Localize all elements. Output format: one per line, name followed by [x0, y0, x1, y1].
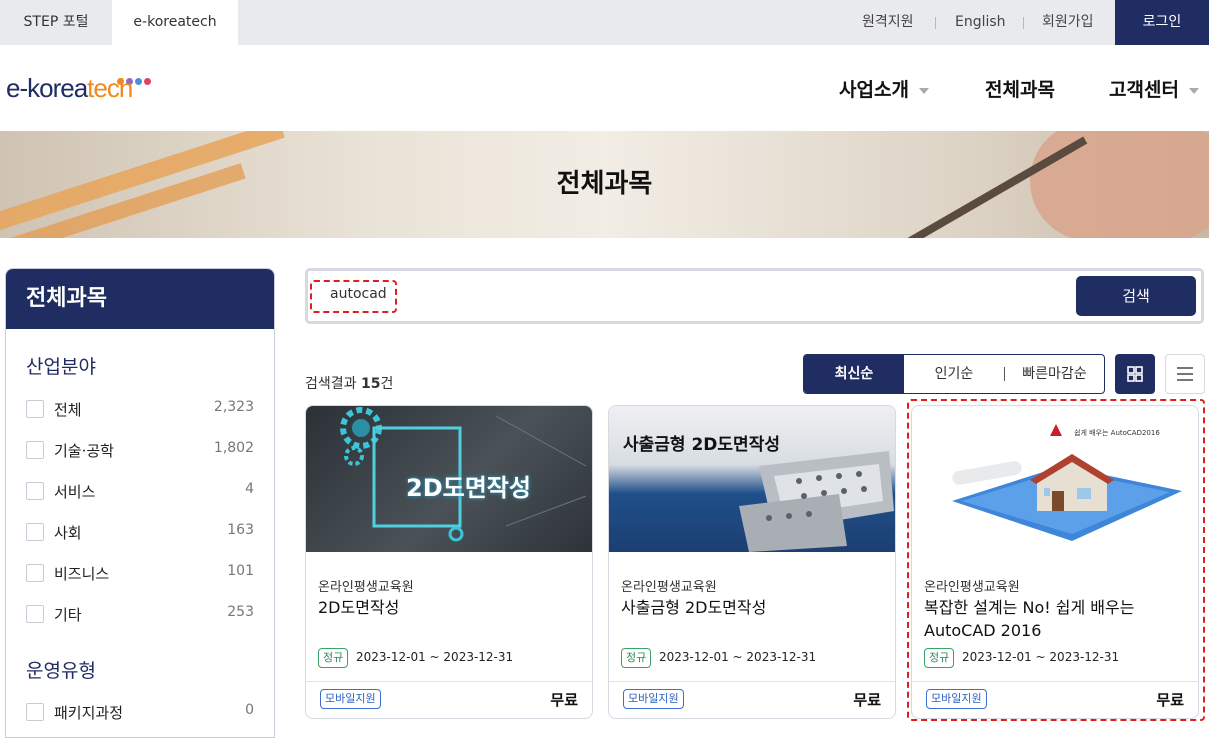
result-count: 검색결과 15건 [305, 373, 393, 393]
page-banner: 전체과목 [0, 131, 1209, 238]
tab-e-koreatech[interactable]: e-koreatech [112, 0, 238, 45]
result-label: 검색결과 [305, 376, 357, 392]
course-thumbnail: 사출금형 2D도면작성 [609, 406, 895, 552]
sidebar-section-operation-type: 운영유형 [26, 660, 96, 682]
list-icon [1177, 367, 1193, 381]
course-price: 무료 [853, 691, 881, 709]
regular-badge: 정규 [318, 648, 349, 668]
grid-view-button[interactable] [1115, 354, 1155, 394]
filter-label: 기타 [54, 606, 82, 624]
nav-all-courses[interactable]: 전체과목 [985, 75, 1055, 102]
filter-count: 0 [245, 702, 254, 718]
highlight-box [310, 280, 397, 313]
filter-label: 사회 [54, 524, 82, 542]
checkbox[interactable] [26, 482, 44, 500]
checkbox[interactable] [26, 523, 44, 541]
course-price: 무료 [550, 691, 578, 709]
logo-main-text: e-korea [6, 73, 88, 103]
site-logo[interactable]: e-koreatech [6, 73, 133, 104]
course-dates: 2023-12-01 ~ 2023-12-31 [659, 650, 817, 664]
filter-count: 1,802 [213, 440, 254, 456]
chevron-down-icon [1188, 87, 1199, 94]
sort-popular[interactable]: 인기순 [904, 355, 1004, 393]
checkbox[interactable] [26, 703, 44, 721]
checkbox[interactable] [26, 400, 44, 418]
remote-support-link[interactable]: 원격지원 [862, 0, 914, 45]
divider [306, 681, 592, 682]
nav-customer-center[interactable]: 고객센터 [1109, 75, 1199, 102]
filter-item-all[interactable]: 전체 2,323 [26, 399, 254, 419]
divider [1023, 17, 1024, 29]
course-org: 온라인평생교육원 [318, 580, 414, 595]
course-org: 온라인평생교육원 [621, 580, 717, 595]
filter-item-society[interactable]: 사회 163 [26, 522, 254, 542]
course-card[interactable]: 사출금형 2D도면작성 온라인평생교육원 사출금형 2D도면작성 정규 2023… [608, 405, 896, 719]
divider [935, 17, 936, 29]
course-thumbnail: 2D도면작성 [306, 406, 592, 552]
sort-deadline[interactable]: 빠른마감순 [1005, 355, 1104, 393]
chevron-down-icon [918, 87, 929, 94]
course-dates: 2023-12-01 ~ 2023-12-31 [356, 650, 514, 664]
thumbnail-text: 사출금형 2D도면작성 [623, 435, 780, 455]
filter-item-package[interactable]: 패키지과정 0 [26, 702, 254, 722]
nav-label: 고객센터 [1109, 79, 1179, 101]
checkbox[interactable] [26, 564, 44, 582]
regular-badge: 정규 [621, 648, 652, 668]
filter-count: 101 [227, 563, 254, 579]
result-number: 15 [360, 376, 381, 392]
filter-count: 253 [227, 604, 254, 620]
nav-business-intro[interactable]: 사업소개 [839, 75, 929, 102]
filter-item-etc[interactable]: 기타 253 [26, 604, 254, 624]
filter-count: 163 [227, 522, 254, 538]
nav-label: 사업소개 [839, 79, 909, 101]
filter-item-engineering[interactable]: 기술·공학 1,802 [26, 440, 254, 460]
logo-accent-text: tech [87, 73, 133, 103]
checkbox[interactable] [26, 441, 44, 459]
filter-item-business[interactable]: 비즈니스 101 [26, 563, 254, 583]
sort-latest[interactable]: 최신순 [804, 355, 904, 393]
filter-item-service[interactable]: 서비스 4 [26, 481, 254, 501]
thumbnail-text: 2D도면작성 [406, 474, 531, 502]
mobile-badge: 모바일지원 [623, 689, 684, 709]
search-button[interactable]: 검색 [1076, 276, 1196, 316]
filter-count: 2,323 [213, 399, 254, 415]
thumbnail-graphic [739, 451, 894, 552]
list-view-button[interactable] [1165, 354, 1205, 394]
english-link[interactable]: English [955, 0, 1006, 45]
search-input[interactable]: autocad [305, 268, 1204, 324]
highlight-box [907, 399, 1205, 721]
filter-label: 패키지과정 [54, 704, 124, 722]
site-header: e-koreatech 사업소개 전체과목 고객센터 [0, 45, 1209, 131]
course-card[interactable]: 2D도면작성 온라인평생교육원 2D도면작성 정규 2023-12-01 ~ 2… [305, 405, 593, 719]
signup-link[interactable]: 회원가입 [1042, 0, 1094, 45]
tab-step-portal[interactable]: STEP 포털 [0, 0, 112, 45]
filter-sidebar: 전체과목 산업분야 전체 2,323 기술·공학 1,802 서비스 4 사회 … [5, 268, 275, 738]
checkbox[interactable] [26, 605, 44, 623]
page-title: 전체과목 [556, 169, 653, 199]
result-unit: 건 [380, 376, 394, 392]
filter-count: 4 [245, 481, 254, 497]
filter-label: 전체 [54, 401, 82, 419]
sort-tabs: 최신순 인기순 빠른마감순 [803, 354, 1105, 394]
grid-icon [1127, 366, 1143, 382]
course-title: 사출금형 2D도면작성 [621, 598, 767, 617]
filter-label: 비즈니스 [54, 565, 110, 583]
divider [609, 681, 895, 682]
mobile-badge: 모바일지원 [320, 689, 381, 709]
top-utility-bar: STEP 포털 e-koreatech 원격지원 English 회원가입 로그… [0, 0, 1209, 45]
sidebar-section-industry: 산업분야 [26, 356, 96, 378]
course-title: 2D도면작성 [318, 598, 400, 617]
filter-label: 서비스 [54, 483, 96, 501]
login-button[interactable]: 로그인 [1115, 0, 1209, 45]
sidebar-title: 전체과목 [6, 269, 274, 329]
filter-label: 기술·공학 [54, 442, 114, 460]
